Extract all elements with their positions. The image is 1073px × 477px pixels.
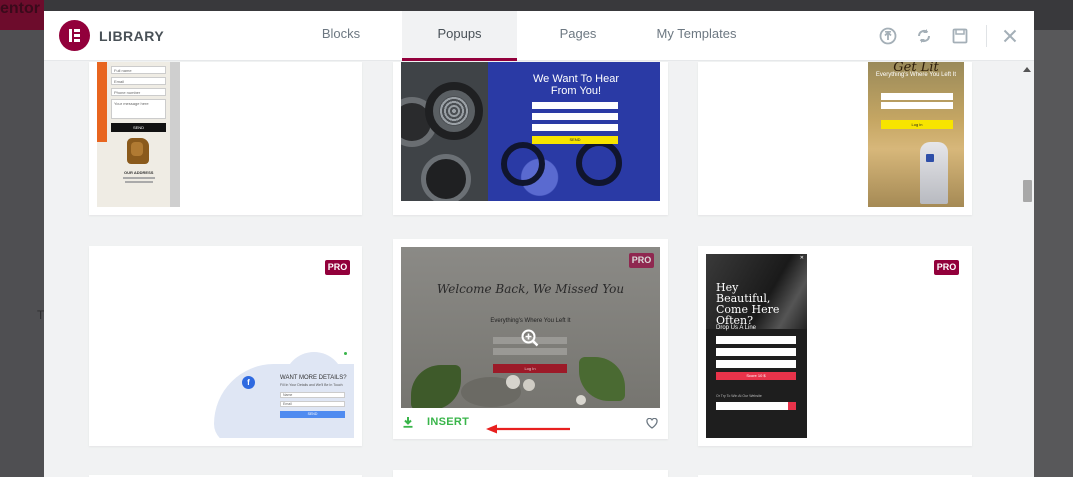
template-thumbnail[interactable]: f WANT MORE DETAILS? Fill In Your Detail…	[204, 346, 354, 438]
library-title: LIBRARY	[99, 28, 165, 44]
template-card[interactable]	[393, 470, 668, 477]
scrollbar[interactable]	[1020, 62, 1034, 477]
download-icon	[403, 416, 413, 428]
tab-my-templates[interactable]: My Templates	[644, 11, 749, 61]
scroll-thumb[interactable]	[1023, 180, 1032, 202]
close-icon[interactable]	[999, 25, 1021, 47]
tab-popups[interactable]: Popups	[402, 11, 517, 61]
insert-button[interactable]: INSERT	[403, 416, 469, 428]
annotation-arrow	[484, 421, 574, 434]
template-card[interactable]: Full name Email Phone number Your messag…	[89, 62, 362, 215]
template-thumbnail[interactable]: Get Lit Everything's Where You Left It L…	[868, 62, 964, 207]
template-thumbnail[interactable]: Full name Email Phone number Your messag…	[97, 62, 180, 207]
upload-icon[interactable]	[877, 25, 899, 47]
template-card[interactable]: Get Lit Everything's Where You Left It L…	[698, 62, 972, 215]
tab-blocks[interactable]: Blocks	[302, 11, 380, 61]
scroll-up-icon[interactable]	[1023, 67, 1031, 72]
template-headline: We Want To Hear From You!	[533, 73, 619, 97]
insert-label: INSERT	[427, 416, 470, 428]
templates-grid: Full name Email Phone number Your messag…	[44, 62, 1020, 477]
template-library-modal: LIBRARY Blocks Popups Pages My Templates…	[44, 11, 1034, 477]
pro-badge: PRO	[325, 260, 350, 275]
favorite-heart-icon[interactable]	[646, 416, 658, 434]
save-icon[interactable]	[949, 25, 971, 47]
editor-panel	[0, 30, 44, 477]
template-card[interactable]: Welcome Back, We Missed You Everything's…	[393, 239, 668, 439]
template-thumbnail[interactable]: We Want To Hear From You! SEND	[401, 62, 660, 201]
editor-preview-edge	[1034, 30, 1073, 477]
zoom-preview-icon[interactable]	[521, 329, 539, 347]
template-thumbnail[interactable]: Welcome Back, We Missed You Everything's…	[401, 247, 660, 408]
library-header: LIBRARY Blocks Popups Pages My Templates	[44, 11, 1034, 61]
elementor-logo-icon	[59, 20, 90, 51]
template-thumbnail[interactable]: ✕ Hey Beautiful, Come Here Often? Drop U…	[706, 254, 807, 438]
template-card[interactable]: We Want To Hear From You! SEND	[393, 62, 668, 215]
template-card[interactable]: PRO ✕ Hey Beautiful, Come Here Often? Dr…	[698, 246, 972, 446]
pro-badge: PRO	[934, 260, 959, 275]
pro-badge: PRO	[629, 253, 654, 268]
editor-brand-fragment: entor	[0, 0, 44, 30]
template-card[interactable]: PRO f WANT MORE DETAILS? Fill In Your De…	[89, 246, 362, 446]
header-divider	[986, 25, 987, 47]
tab-pages[interactable]: Pages	[539, 11, 617, 61]
sync-icon[interactable]	[913, 25, 935, 47]
